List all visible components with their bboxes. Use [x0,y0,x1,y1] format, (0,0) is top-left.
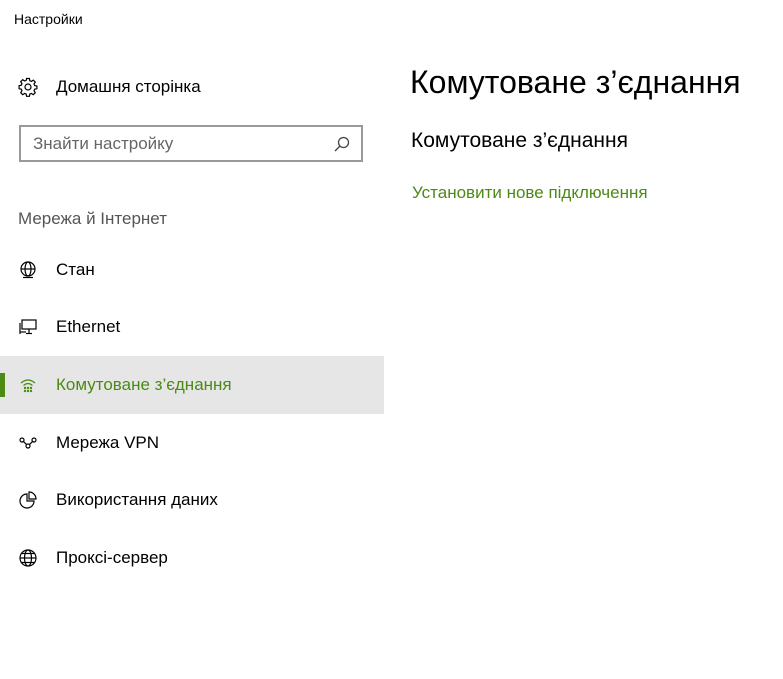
section-heading: Мережа й Інтернет [18,209,167,228]
vpn-icon [18,433,38,453]
sidebar-item-label: Комутоване з’єднання [56,374,232,394]
dialup-icon [18,375,38,395]
globe-status-icon [18,260,38,280]
sidebar-item-ethernet[interactable]: Ethernet [0,299,384,357]
home-link-label: Домашня сторінка [56,77,201,96]
setup-new-connection-link[interactable]: Установити нове підключення [412,183,648,203]
ethernet-icon [18,317,38,337]
search-box [19,125,363,162]
globe-proxy-icon [18,548,38,568]
data-usage-icon [18,490,38,510]
sidebar-item-status[interactable]: Стан [0,241,384,299]
sidebar-item-label: Проксі-сервер [56,547,168,567]
gear-icon [18,77,38,97]
selection-indicator [0,373,5,398]
search-icon[interactable] [331,133,353,155]
sidebar-item-proxy[interactable]: Проксі-сервер [0,529,384,587]
home-link[interactable]: Домашня сторінка [18,76,201,98]
sidebar-item-label: Ethernet [56,317,121,337]
section-title: Комутоване з’єднання [411,129,628,152]
sidebar-item-data-usage[interactable]: Використання даних [0,471,384,529]
page-title: Комутоване з’єднання [410,64,741,100]
sidebar-item-dialup[interactable]: Комутоване з’єднання [0,356,384,414]
search-input[interactable] [21,127,331,160]
sidebar-item-label: Використання даних [56,490,218,510]
sidebar-item-label: Мережа VPN [56,432,160,452]
nav-list: Стан Ethernet Комутоване з’єднання Мереж… [0,241,384,587]
sidebar: Домашня сторінка Мережа й Інтернет Стан [0,0,384,679]
sidebar-item-label: Стан [56,259,95,279]
sidebar-item-vpn[interactable]: Мережа VPN [0,414,384,472]
